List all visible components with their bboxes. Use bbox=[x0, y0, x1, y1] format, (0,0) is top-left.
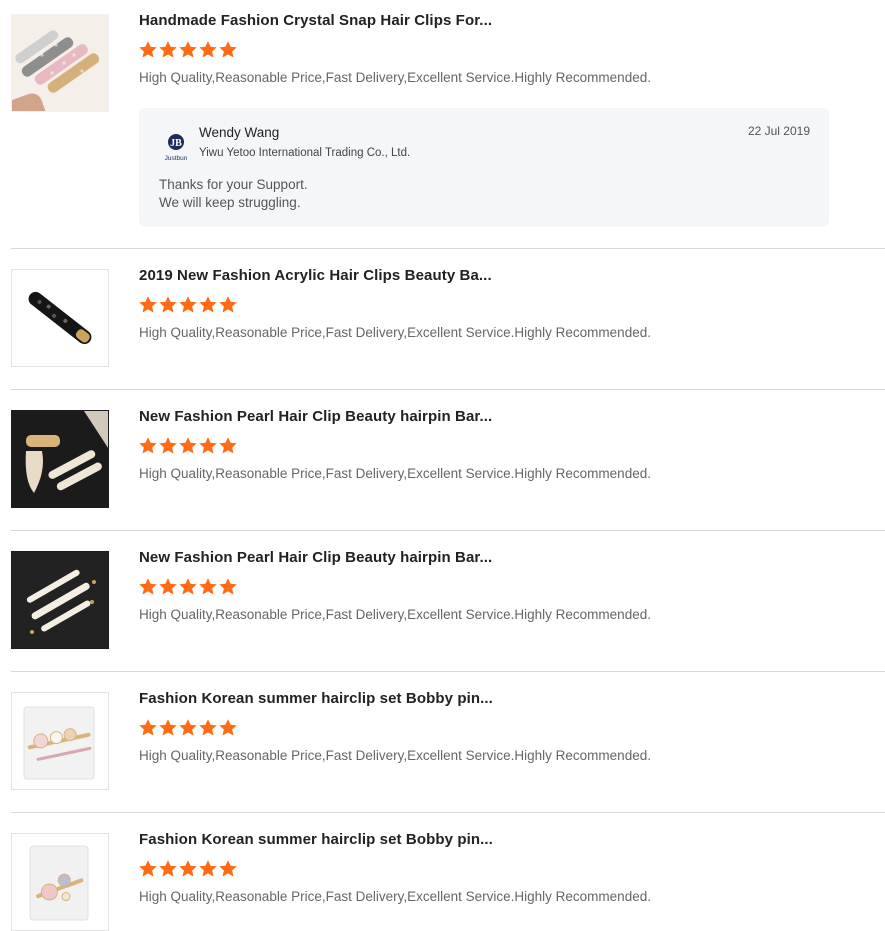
review-item: Handmade Fashion Crystal Snap Hair Clips… bbox=[11, 0, 885, 249]
star-icon bbox=[219, 719, 237, 736]
product-thumbnail[interactable] bbox=[11, 269, 109, 367]
star-rating bbox=[138, 718, 238, 738]
star-icon bbox=[219, 437, 237, 454]
product-title-link[interactable]: Handmade Fashion Crystal Snap Hair Clips… bbox=[139, 12, 492, 29]
reply-line: Thanks for your Support. bbox=[159, 177, 308, 192]
star-icon bbox=[179, 578, 197, 595]
star-icon bbox=[139, 437, 157, 454]
review-item: Fashion Korean summer hairclip set Bobby… bbox=[11, 819, 885, 931]
product-title-link[interactable]: Fashion Korean summer hairclip set Bobby… bbox=[139, 690, 493, 707]
seller-company: Yiwu Yetoo International Trading Co., Lt… bbox=[199, 147, 411, 159]
star-icon bbox=[159, 578, 177, 595]
star-icon bbox=[179, 719, 197, 736]
review-comment: High Quality,Reasonable Price,Fast Deliv… bbox=[139, 748, 651, 763]
review-comment: High Quality,Reasonable Price,Fast Deliv… bbox=[139, 325, 651, 340]
star-icon bbox=[199, 860, 217, 877]
star-icon bbox=[179, 296, 197, 313]
star-icon bbox=[219, 578, 237, 595]
star-rating bbox=[138, 295, 238, 315]
product-thumbnail[interactable] bbox=[11, 692, 109, 790]
star-icon bbox=[139, 296, 157, 313]
star-rating bbox=[138, 40, 238, 60]
review-comment: High Quality,Reasonable Price,Fast Deliv… bbox=[139, 466, 651, 481]
star-icon bbox=[219, 296, 237, 313]
product-title-link[interactable]: New Fashion Pearl Hair Clip Beauty hairp… bbox=[139, 408, 492, 425]
review-comment: High Quality,Reasonable Price,Fast Deliv… bbox=[139, 889, 651, 904]
product-thumbnail[interactable] bbox=[11, 410, 109, 508]
star-icon bbox=[159, 41, 177, 58]
star-icon bbox=[159, 437, 177, 454]
star-icon bbox=[139, 578, 157, 595]
svg-text:JB: JB bbox=[170, 138, 182, 149]
review-comment: High Quality,Reasonable Price,Fast Deliv… bbox=[139, 70, 651, 85]
star-icon bbox=[199, 41, 217, 58]
review-item: New Fashion Pearl Hair Clip Beauty hairp… bbox=[11, 537, 885, 672]
seller-logo: JB Justbun bbox=[159, 129, 193, 163]
review-item: 2019 New Fashion Acrylic Hair Clips Beau… bbox=[11, 255, 885, 390]
star-icon bbox=[199, 296, 217, 313]
product-title-link[interactable]: Fashion Korean summer hairclip set Bobby… bbox=[139, 831, 493, 848]
star-icon bbox=[219, 860, 237, 877]
seller-logo-wordmark: Justbun bbox=[165, 155, 188, 162]
star-icon bbox=[159, 296, 177, 313]
product-title-link[interactable]: New Fashion Pearl Hair Clip Beauty hairp… bbox=[139, 549, 492, 566]
star-icon bbox=[139, 860, 157, 877]
product-thumbnail[interactable] bbox=[11, 833, 109, 931]
star-icon bbox=[199, 437, 217, 454]
reply-line: We will keep struggling. bbox=[159, 195, 301, 210]
product-thumbnail[interactable] bbox=[11, 551, 109, 649]
star-rating bbox=[138, 859, 238, 879]
star-icon bbox=[159, 860, 177, 877]
star-icon bbox=[179, 437, 197, 454]
reply-text: Thanks for your Support. We will keep st… bbox=[159, 176, 308, 212]
seller-reply: JB Justbun Wendy Wang Yiwu Yetoo Interna… bbox=[139, 108, 829, 227]
seller-name: Wendy Wang bbox=[199, 125, 280, 140]
star-icon bbox=[199, 719, 217, 736]
star-icon bbox=[219, 41, 237, 58]
review-item: New Fashion Pearl Hair Clip Beauty hairp… bbox=[11, 396, 885, 531]
star-icon bbox=[179, 41, 197, 58]
star-icon bbox=[179, 860, 197, 877]
star-rating bbox=[138, 436, 238, 456]
product-thumbnail[interactable] bbox=[11, 14, 109, 112]
star-icon bbox=[199, 578, 217, 595]
star-icon bbox=[139, 719, 157, 736]
review-comment: High Quality,Reasonable Price,Fast Deliv… bbox=[139, 607, 651, 622]
review-item: Fashion Korean summer hairclip set Bobby… bbox=[11, 678, 885, 813]
star-rating bbox=[138, 577, 238, 597]
star-icon bbox=[159, 719, 177, 736]
star-icon bbox=[139, 41, 157, 58]
product-title-link[interactable]: 2019 New Fashion Acrylic Hair Clips Beau… bbox=[139, 267, 492, 284]
reply-date: 22 Jul 2019 bbox=[747, 124, 810, 138]
